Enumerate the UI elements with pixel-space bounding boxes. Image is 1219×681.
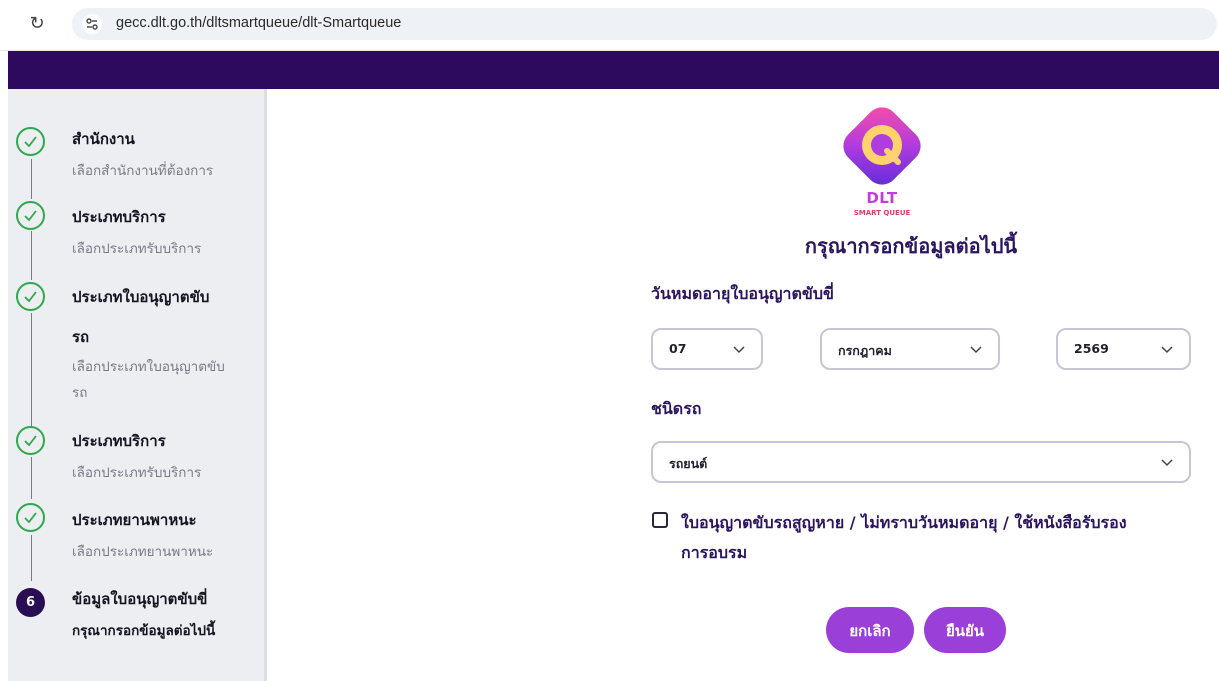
stepper-sidebar: สำนักงาน เลือกสำนักงานที่ต้องการ ประเภทบ…	[8, 89, 267, 681]
step-3-complete-icon	[16, 282, 45, 311]
confirm-button[interactable]: ยืนยัน	[924, 607, 1006, 653]
step-3-subtitle: เลือกประเภทใบอนุญาตขับ	[72, 359, 225, 375]
step-3-title: ประเภทใบอนุญาตขับ	[72, 288, 210, 306]
step-4-complete-icon	[16, 426, 45, 455]
site-settings-icon[interactable]	[82, 14, 102, 34]
step-1-subtitle: เลือกสำนักงานที่ต้องการ	[72, 163, 214, 179]
step-connector	[31, 535, 32, 581]
step-5-complete-icon	[16, 503, 45, 532]
license-lost-label-line1: ใบอนุญาตขับรถสูญหาย / ไม่ทราบวันหมดอายุ …	[681, 513, 1127, 532]
chevron-down-icon	[970, 346, 982, 354]
step-2-complete-icon	[16, 201, 45, 230]
step-4-title: ประเภทบริการ	[72, 432, 166, 450]
address-bar[interactable]: gecc.dlt.go.th/dltsmartqueue/dlt-Smartqu…	[72, 8, 1217, 40]
vehicle-type-label: ชนิดรถ	[651, 399, 702, 418]
vehicle-type-value: รถยนต์	[669, 456, 708, 471]
reload-icon[interactable]: ↻	[26, 13, 48, 35]
step-2-title: ประเภทบริการ	[72, 208, 166, 226]
chevron-down-icon	[733, 346, 745, 354]
browser-toolbar: ↻ gecc.dlt.go.th/dltsmartqueue/dlt-Smart…	[0, 0, 1219, 51]
header-bar	[8, 51, 1219, 89]
month-select-value: กรกฎาคม	[838, 343, 892, 358]
day-select[interactable]: 07	[651, 328, 763, 370]
chevron-down-icon	[1161, 459, 1173, 467]
step-2-subtitle: เลือกประเภทรับบริการ	[72, 241, 202, 257]
step-6-title: ข้อมูลใบอนุญาตขับขี่	[72, 590, 208, 608]
step-connector	[31, 457, 32, 499]
step-1-complete-icon	[16, 127, 45, 156]
chevron-down-icon	[1161, 346, 1173, 354]
day-select-value: 07	[669, 341, 687, 356]
step-6-subtitle: กรุณากรอกข้อมูลต่อไปนี้	[72, 623, 216, 639]
step-1-title: สำนักงาน	[72, 130, 135, 148]
step-4-subtitle: เลือกประเภทรับบริการ	[72, 465, 202, 481]
step-5-subtitle: เลือกประเภทยานพาหนะ	[72, 544, 214, 560]
logo-brand: DLT	[866, 189, 898, 207]
step-connector	[31, 313, 32, 429]
step-5-title: ประเภทยานพาหนะ	[72, 511, 197, 529]
page-title: กรุณากรอกข้อมูลต่อไปนี้	[804, 234, 1018, 258]
step-3-title-cont: รถ	[72, 328, 90, 346]
step-connector	[31, 231, 32, 280]
step-connector	[31, 159, 32, 199]
year-select[interactable]: 2569	[1056, 328, 1191, 370]
cancel-button[interactable]: ยกเลิก	[826, 607, 914, 653]
step-3-subtitle-cont: รถ	[72, 385, 88, 401]
year-select-value: 2569	[1074, 341, 1109, 356]
expiry-date-label: วันหมดอายุใบอนุญาตขับขี่	[651, 284, 834, 303]
license-lost-checkbox[interactable]	[652, 512, 668, 528]
dlt-smart-queue-logo: DLT SMART QUEUE	[832, 104, 932, 226]
vehicle-type-select[interactable]: รถยนต์	[651, 441, 1191, 483]
url-text[interactable]: gecc.dlt.go.th/dltsmartqueue/dlt-Smartqu…	[116, 15, 401, 31]
month-select[interactable]: กรกฎาคม	[820, 328, 1000, 370]
logo-tagline: SMART QUEUE	[853, 209, 911, 217]
step-6-number: 6	[16, 588, 45, 617]
license-lost-label[interactable]: ใบอนุญาตขับรถสูญหาย / ไม่ทราบวันหมดอายุ …	[681, 508, 1201, 568]
license-lost-label-line2: การอบรม	[681, 543, 748, 562]
